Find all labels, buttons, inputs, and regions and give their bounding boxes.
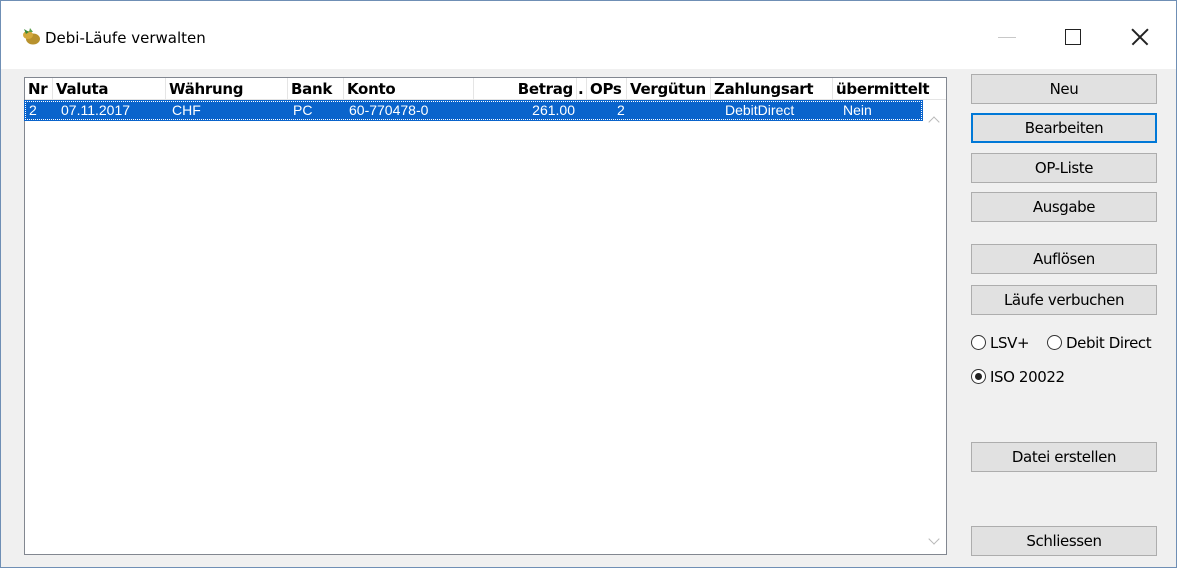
cell-valuta: 07.11.2017	[61, 102, 131, 118]
column-header-ops[interactable]: OPs	[587, 78, 627, 100]
schliessen-button[interactable]: Schliessen	[971, 526, 1157, 556]
radio-circle[interactable]	[1047, 335, 1062, 350]
title-bar: Debi-Läufe verwalten	[1, 1, 1176, 69]
minimize-button[interactable]	[986, 19, 1030, 55]
radio-circle[interactable]	[971, 335, 986, 350]
aufloesen-button[interactable]: Auflösen	[971, 244, 1157, 274]
list-header: Nr Valuta Währung Bank Konto Betrag . OP…	[25, 78, 946, 100]
cell-waehrung: CHF	[172, 102, 201, 118]
money-bag-icon	[21, 27, 41, 45]
debit-direct-radio[interactable]: Debit Direct	[1047, 333, 1159, 353]
iso-20022-label: ISO 20022	[990, 368, 1065, 386]
laeufe-verbuchen-button[interactable]: Läufe verbuchen	[971, 285, 1157, 315]
scroll-down-button[interactable]	[925, 533, 943, 551]
column-header-betrag[interactable]: Betrag	[474, 78, 577, 100]
cell-verguetung	[628, 102, 712, 119]
cell-betrag: 261.00	[532, 102, 575, 118]
debit-direct-label: Debit Direct	[1066, 334, 1152, 352]
scroll-up-button[interactable]	[925, 111, 943, 129]
column-header-waehrung[interactable]: Währung	[166, 78, 288, 100]
cell-bank: PC	[293, 102, 313, 118]
iso-20022-radio[interactable]: ISO 20022	[971, 367, 1071, 387]
column-header-valuta[interactable]: Valuta	[53, 78, 166, 100]
chevron-up-icon	[928, 116, 940, 128]
column-header-zahlungsart[interactable]: Zahlungsart	[711, 78, 833, 100]
op-liste-button[interactable]: OP-Liste	[971, 153, 1157, 183]
chevron-down-icon	[928, 533, 940, 545]
table-row[interactable]: 2 07.11.2017 CHF PC 60-770478-0 261.00 2…	[24, 100, 923, 121]
column-header-bank[interactable]: Bank	[288, 78, 344, 100]
lsv-radio[interactable]: LSV+	[971, 333, 1041, 353]
bearbeiten-button[interactable]: Bearbeiten	[971, 113, 1157, 143]
close-button[interactable]	[1121, 19, 1165, 55]
client-area: Nr Valuta Währung Bank Konto Betrag . OP…	[1, 69, 1176, 567]
neu-button[interactable]: Neu	[971, 74, 1157, 104]
column-header-nr[interactable]: Nr	[25, 78, 53, 100]
ausgabe-button[interactable]: Ausgabe	[971, 192, 1157, 222]
debi-runs-list[interactable]: Nr Valuta Währung Bank Konto Betrag . OP…	[24, 77, 947, 555]
cell-zahlungsart: DebitDirect	[725, 102, 795, 118]
cell-konto: 60-770478-0	[349, 102, 429, 118]
column-header-verguetung[interactable]: Vergütun	[627, 78, 711, 100]
maximize-button[interactable]	[1051, 19, 1095, 55]
datei-erstellen-button[interactable]: Datei erstellen	[971, 442, 1157, 472]
window-title: Debi-Läufe verwalten	[45, 29, 206, 47]
cell-uebermittelt: Nein	[843, 102, 872, 118]
cell-nr: 2	[29, 102, 37, 118]
column-header-dot[interactable]: .	[577, 78, 587, 100]
main-window: Debi-Läufe verwalten Nr Valuta Währung B…	[0, 0, 1177, 568]
radio-circle-checked[interactable]	[971, 369, 986, 384]
column-header-uebermittelt[interactable]: übermittelt	[833, 78, 946, 100]
lsv-label: LSV+	[990, 334, 1030, 352]
column-header-konto[interactable]: Konto	[344, 78, 474, 100]
